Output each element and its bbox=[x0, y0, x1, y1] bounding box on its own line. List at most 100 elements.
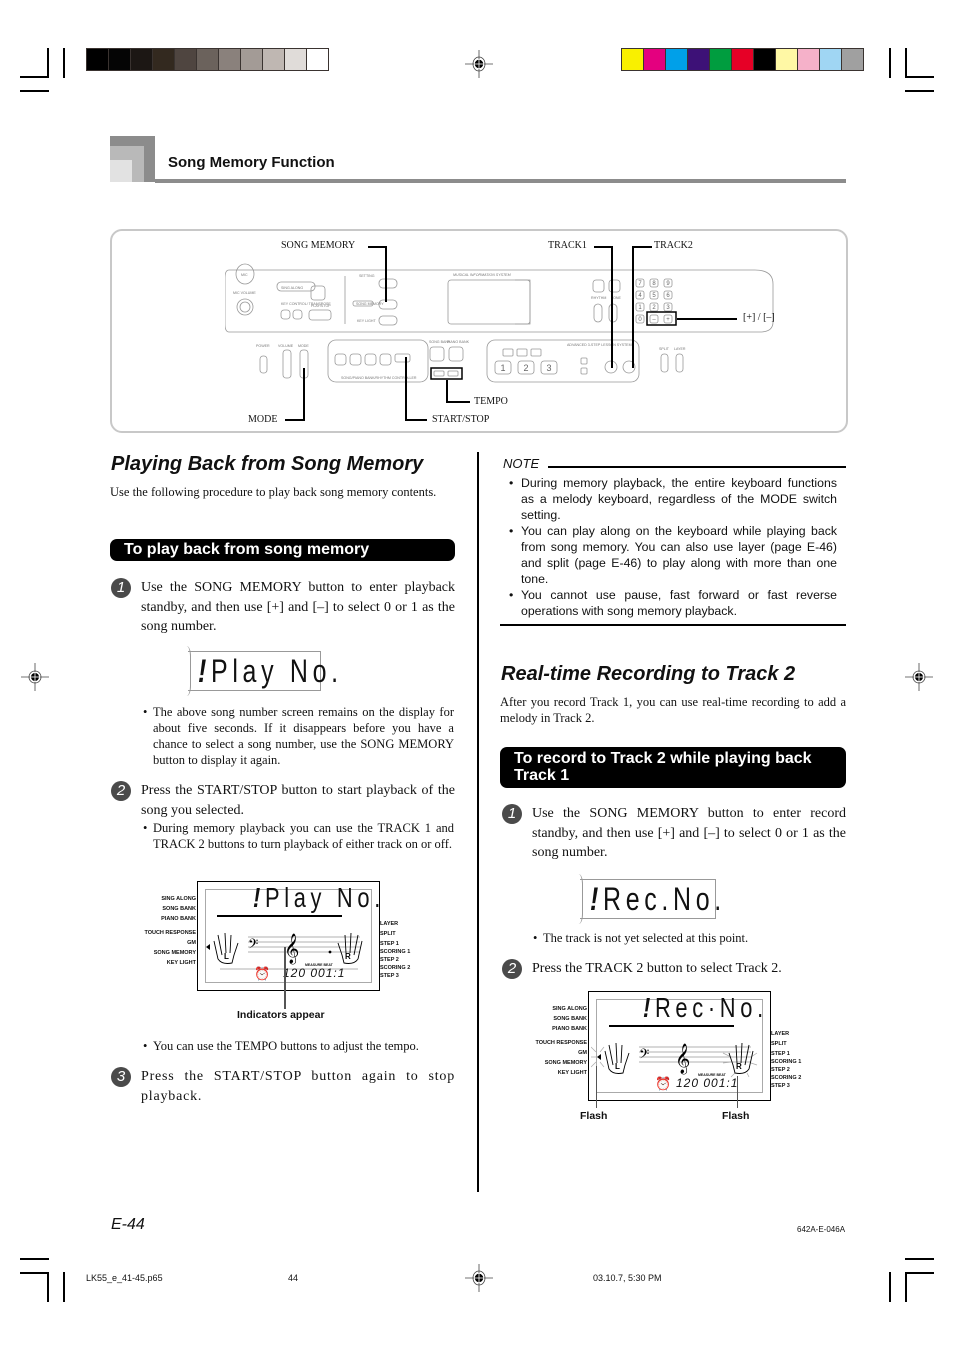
crop-mark bbox=[905, 90, 934, 92]
lcd-indicator-label: KEY LIGHT bbox=[166, 960, 196, 966]
color-swatch bbox=[732, 49, 753, 70]
lcd-indicator-label: PIANO BANK bbox=[552, 1026, 587, 1032]
lcd-divider bbox=[609, 1025, 734, 1027]
color-swatch bbox=[798, 49, 819, 70]
song-memory-indicator-icon bbox=[206, 944, 210, 950]
song-memory-indicator-icon bbox=[597, 1054, 601, 1060]
lcd-indicator-label: GM bbox=[187, 940, 196, 946]
lcd-indicator-label: SPLIT bbox=[771, 1041, 787, 1047]
color-swatch bbox=[710, 49, 731, 70]
color-swatch bbox=[842, 49, 863, 70]
hand-left-label: L bbox=[615, 1062, 620, 1071]
leader-line bbox=[632, 246, 634, 368]
intro-text: After you record Track 1, you can use re… bbox=[500, 695, 846, 725]
leader-line bbox=[368, 246, 386, 248]
crop-mark bbox=[905, 76, 934, 78]
lcd-indicator-label: SONG BANK bbox=[162, 906, 196, 912]
lcd-main-text: !Play No. bbox=[253, 882, 385, 913]
panel-label-piano-bank: PIANO BANK bbox=[447, 340, 470, 344]
registration-mark-icon bbox=[905, 663, 933, 691]
section-title-realtime-recording: Real-time Recording to Track 2 bbox=[501, 663, 796, 685]
color-swatch bbox=[263, 49, 284, 70]
panel-label-layer: LAYER bbox=[674, 347, 686, 351]
color-swatch bbox=[219, 49, 240, 70]
lcd-indicator-label: LAYER bbox=[380, 921, 399, 927]
lcd-main-text: !Rec·No. bbox=[643, 992, 768, 1023]
registration-mark-icon bbox=[465, 50, 493, 78]
lcd-indicator-label: TOUCH RESPONSE bbox=[535, 1040, 587, 1046]
color-swatch bbox=[754, 49, 775, 70]
leader-line bbox=[632, 246, 652, 248]
lcd-indicator-label: STEP 1 bbox=[380, 941, 399, 947]
lcd-indicator-label: STEP 3 bbox=[771, 1083, 790, 1089]
keypad-key: – bbox=[652, 317, 656, 323]
lcd-indicator-label: SONG MEMORY bbox=[544, 1060, 587, 1066]
lcd-indicator-label: STEP 2 bbox=[771, 1067, 790, 1073]
measure-beat-label: MEASURE BEAT bbox=[698, 1073, 726, 1077]
lcd-indicator-label: SONG BANK bbox=[553, 1016, 587, 1022]
bass-clef-icon: 𝄢 bbox=[248, 936, 258, 955]
color-calibration-bar bbox=[621, 48, 864, 71]
lcd-indicator-label: SCORING 1 bbox=[380, 949, 411, 955]
leader-line bbox=[446, 401, 470, 403]
keypad-key: 9 bbox=[666, 281, 670, 287]
bullet-note: The above song number screen remains on … bbox=[143, 704, 454, 768]
color-swatch bbox=[820, 49, 841, 70]
lcd-indicator-label: TOUCH RESPONSE bbox=[144, 930, 196, 936]
color-swatch bbox=[688, 49, 709, 70]
file-name: LK55_e_41-45.p65 bbox=[86, 1273, 163, 1283]
leader-line bbox=[405, 419, 427, 421]
lcd-indicator-label: STEP 2 bbox=[380, 957, 399, 963]
panel-label-display-title: MUSICAL INFORMATION SYSTEM bbox=[453, 273, 511, 277]
lcd-indicator-label: SCORING 2 bbox=[771, 1075, 802, 1081]
panel-label-power: POWER bbox=[256, 344, 270, 348]
column-divider bbox=[477, 452, 479, 1192]
color-swatch bbox=[666, 49, 687, 70]
keypad-key: 8 bbox=[652, 281, 656, 287]
panel-label-sing-along: SING ALONG bbox=[281, 286, 303, 290]
page-number: E-44 bbox=[111, 1216, 145, 1233]
keypad-key: 0 bbox=[638, 317, 642, 323]
step-button-label: 2 bbox=[523, 363, 528, 373]
crop-mark bbox=[47, 48, 49, 78]
bullet-note: The track is not yet selected at this po… bbox=[533, 930, 843, 946]
panel-label-play-stop: PLAY/STOP bbox=[311, 304, 331, 308]
metronome-icon: ⏰ bbox=[254, 966, 271, 981]
registration-mark-icon bbox=[465, 1264, 493, 1292]
caption-flash-right: Flash bbox=[722, 1110, 750, 1122]
crop-mark bbox=[63, 1272, 65, 1302]
intro-text: Use the following procedure to play back… bbox=[110, 485, 437, 499]
panel-label-setting: SETTING bbox=[359, 274, 375, 278]
callout-mode: MODE bbox=[248, 414, 278, 425]
crop-mark bbox=[905, 1258, 934, 1260]
step-text: Press the TRACK 2 button to select Track… bbox=[532, 961, 782, 976]
document-code: 642A-E-046A bbox=[797, 1225, 846, 1234]
step-number: 3 bbox=[111, 1067, 131, 1087]
sheet-number: 44 bbox=[288, 1273, 299, 1283]
panel-label-key-light: KEY LIGHT bbox=[357, 319, 377, 323]
step-text: Press the START/STOP button to start pla… bbox=[141, 783, 455, 818]
bass-clef-icon: 𝄢 bbox=[639, 1046, 649, 1065]
note-rule bbox=[500, 624, 846, 626]
bullet-note: During memory playback you can use the T… bbox=[143, 820, 454, 852]
step-number: 2 bbox=[502, 959, 522, 979]
crop-mark bbox=[20, 90, 49, 92]
callout-song-memory: SONG MEMORY bbox=[281, 240, 356, 251]
lcd-indicator-label: SPLIT bbox=[380, 931, 396, 937]
lcd-display-play-no: !Play No. bbox=[188, 646, 338, 696]
grayscale-calibration-bar bbox=[86, 48, 329, 71]
crop-mark bbox=[20, 1272, 49, 1274]
panel-label-mode: MODE bbox=[298, 344, 309, 348]
keypad-key: 3 bbox=[666, 305, 670, 311]
step-text: Use the SONG MEMORY button to enter reco… bbox=[532, 806, 846, 860]
header-rule bbox=[155, 179, 846, 183]
section-header-title: Song Memory Function bbox=[168, 154, 335, 171]
lcd-indicator-label: STEP 3 bbox=[380, 973, 399, 979]
color-swatch bbox=[153, 49, 174, 70]
keypad-key: 5 bbox=[652, 293, 656, 299]
crop-mark bbox=[889, 48, 891, 78]
keypad-key: + bbox=[666, 317, 670, 323]
lcd-indicator-label: SONG MEMORY bbox=[153, 950, 196, 956]
measure-beat-label: MEASURE BEAT bbox=[305, 963, 333, 967]
print-timestamp: 03.10.7, 5:30 PM bbox=[593, 1273, 662, 1283]
